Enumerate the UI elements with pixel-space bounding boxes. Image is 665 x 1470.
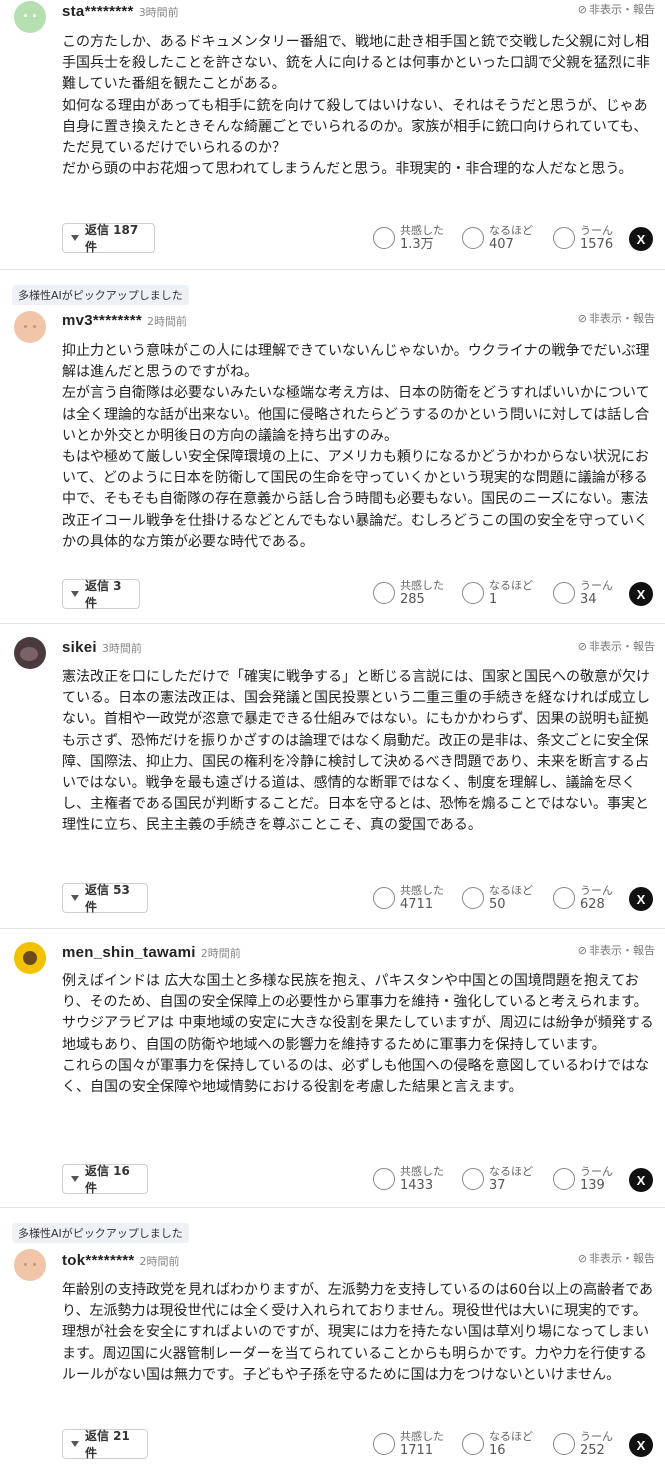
reaction-naruhodo-button[interactable]: なるほど 50 bbox=[462, 884, 533, 912]
comment-body: 憲法改正を口にしただけで「確実に戦争する」と断じる言説には、国家と国民への敬意が… bbox=[62, 669, 650, 834]
confused-icon bbox=[553, 582, 575, 604]
reaction-empathy-button[interactable]: 共感した 1.3万 bbox=[373, 224, 444, 252]
comment-username[interactable]: men_shin_tawami 2時間前 bbox=[62, 944, 241, 961]
smile-icon bbox=[373, 1433, 395, 1455]
comment-time: 2時間前 bbox=[139, 1255, 180, 1268]
surprised-icon bbox=[462, 887, 484, 909]
comment-item: 多様性AIがピックアップしました mv3******** 2時間前 ⊘ 非表示・報告… bbox=[0, 269, 665, 624]
reaction-uun-button[interactable]: うーん 34 bbox=[553, 579, 613, 607]
smile-icon bbox=[373, 887, 395, 909]
avatar[interactable] bbox=[14, 1, 46, 33]
x-share-icon[interactable]: X bbox=[629, 1433, 653, 1457]
hide-icon: ⊘ bbox=[577, 639, 587, 653]
reaction-uun-button[interactable]: うーん 1576 bbox=[553, 224, 613, 252]
reaction-naruhodo-button[interactable]: なるほど 37 bbox=[462, 1165, 533, 1193]
comment-body: 例えばインドは 広大な国土と多様な民族を抱え、パキスタンや中国との国境問題を抱え… bbox=[62, 973, 654, 1096]
comment-item: 多様性AIがピックアップしました tok******** 2時間前 ⊘ 非表示・報告… bbox=[0, 1207, 665, 1470]
confused-icon bbox=[553, 227, 575, 249]
x-share-icon[interactable]: X bbox=[629, 887, 653, 911]
x-share-icon[interactable]: X bbox=[629, 1168, 653, 1192]
hide-report-link[interactable]: ⊘ 非表示・報告 bbox=[578, 310, 655, 326]
reaction-empathy-button[interactable]: 共感した 285 bbox=[373, 579, 444, 607]
reaction-naruhodo-button[interactable]: なるほど 1 bbox=[462, 579, 533, 607]
reaction-uun-button[interactable]: うーん 252 bbox=[553, 1430, 613, 1458]
hide-report-link[interactable]: ⊘ 非表示・報告 bbox=[578, 1250, 655, 1266]
comment-item: sikei 3時間前 ⊘ 非表示・報告 憲法改正を口にしただけで「確実に戦争する」と… bbox=[0, 623, 665, 929]
surprised-icon bbox=[462, 1433, 484, 1455]
reaction-uun-button[interactable]: うーん 139 bbox=[553, 1165, 613, 1193]
avatar[interactable] bbox=[14, 311, 46, 343]
reaction-naruhodo-button[interactable]: なるほど 16 bbox=[462, 1430, 533, 1458]
avatar[interactable] bbox=[14, 942, 46, 974]
hide-icon: ⊘ bbox=[577, 311, 587, 325]
comment-username[interactable]: sikei 3時間前 bbox=[62, 639, 142, 656]
confused-icon bbox=[553, 887, 575, 909]
reaction-naruhodo-button[interactable]: なるほど 407 bbox=[462, 224, 533, 252]
surprised-icon bbox=[462, 582, 484, 604]
comment-username[interactable]: sta******** 3時間前 bbox=[62, 3, 179, 20]
x-share-icon[interactable]: X bbox=[629, 582, 653, 606]
ai-pickup-badge: 多様性AIがピックアップしました bbox=[12, 1223, 189, 1243]
comment-body: 抑止力という意味がこの人には理解できていないんじゃないか。ウクライナの戦争でだい… bbox=[62, 343, 650, 550]
ai-pickup-badge: 多様性AIがピックアップしました bbox=[12, 285, 189, 305]
hide-report-link[interactable]: ⊘ 非表示・報告 bbox=[578, 942, 655, 958]
hide-report-link[interactable]: ⊘ 非表示・報告 bbox=[578, 638, 655, 654]
reaction-empathy-button[interactable]: 共感した 4711 bbox=[373, 884, 444, 912]
hide-icon: ⊘ bbox=[577, 1251, 587, 1265]
comment-username[interactable]: mv3******** 2時間前 bbox=[62, 312, 187, 329]
reaction-empathy-button[interactable]: 共感した 1433 bbox=[373, 1165, 444, 1193]
reply-button[interactable]: 返信 16件 bbox=[62, 1164, 148, 1195]
smile-icon bbox=[373, 227, 395, 249]
hide-icon: ⊘ bbox=[577, 943, 587, 957]
chevron-down-icon bbox=[71, 1441, 79, 1447]
confused-icon bbox=[553, 1168, 575, 1190]
reply-button[interactable]: 返信 3件 bbox=[62, 579, 140, 610]
reply-button[interactable]: 返信 187件 bbox=[62, 223, 155, 254]
chevron-down-icon bbox=[71, 591, 79, 597]
x-share-icon[interactable]: X bbox=[629, 227, 653, 251]
hide-report-link[interactable]: ⊘ 非表示・報告 bbox=[578, 1, 655, 17]
avatar[interactable] bbox=[14, 637, 46, 669]
comment-time: 3時間前 bbox=[138, 6, 179, 19]
comment-time: 3時間前 bbox=[101, 642, 142, 655]
reaction-empathy-button[interactable]: 共感した 1711 bbox=[373, 1430, 444, 1458]
smile-icon bbox=[373, 582, 395, 604]
reaction-uun-button[interactable]: うーん 628 bbox=[553, 884, 613, 912]
comment-item: sta******** 3時間前 ⊘ 非表示・報告 この方たしか、あるドキュメンタリ… bbox=[0, 0, 665, 270]
smile-icon bbox=[373, 1168, 395, 1190]
surprised-icon bbox=[462, 227, 484, 249]
chevron-down-icon bbox=[71, 235, 79, 241]
confused-icon bbox=[553, 1433, 575, 1455]
hide-icon: ⊘ bbox=[577, 2, 587, 16]
comment-body: この方たしか、あるドキュメンタリー番組で、戦地に赴き相手国と銃で交戦した父親に対… bbox=[62, 34, 650, 178]
comment-username[interactable]: tok******** 2時間前 bbox=[62, 1252, 180, 1269]
reply-button[interactable]: 返信 53件 bbox=[62, 883, 148, 914]
comment-time: 2時間前 bbox=[147, 315, 188, 328]
avatar[interactable] bbox=[14, 1249, 46, 1281]
chevron-down-icon bbox=[71, 895, 79, 901]
comment-time: 2時間前 bbox=[200, 947, 241, 960]
comment-item: men_shin_tawami 2時間前 ⊘ 非表示・報告 例えばインドは 広大な国… bbox=[0, 928, 665, 1208]
comment-body: 年齢別の支持政党を見ればわかりますが、左派勢力を支持しているのは60台以上の高齢… bbox=[62, 1282, 653, 1383]
surprised-icon bbox=[462, 1168, 484, 1190]
reply-button[interactable]: 返信 21件 bbox=[62, 1429, 148, 1460]
chevron-down-icon bbox=[71, 1176, 79, 1182]
